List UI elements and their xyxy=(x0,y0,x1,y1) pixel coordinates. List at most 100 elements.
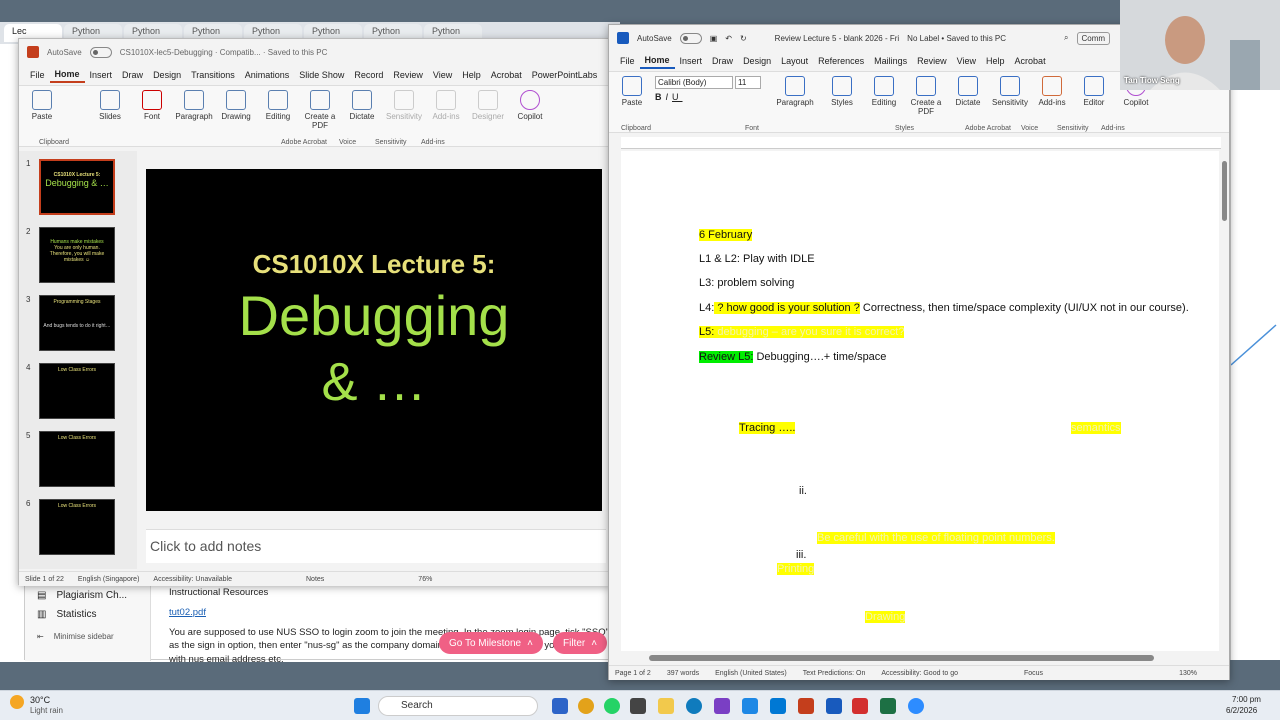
text-predictions[interactable]: Text Predictions: On xyxy=(803,670,866,677)
chrome-icon[interactable] xyxy=(578,698,594,714)
document-page[interactable]: 6 February L1 & L2: Play with IDLE L3: p… xyxy=(621,151,1219,651)
underline-icon[interactable]: U xyxy=(672,92,683,102)
file-explorer-icon[interactable] xyxy=(658,698,674,714)
tutorial-link[interactable]: tut02.pdf xyxy=(169,606,609,620)
weather-temperature[interactable]: 30°C xyxy=(30,695,50,705)
weather-icon[interactable] xyxy=(10,695,24,709)
menu-mailings[interactable]: Mailings xyxy=(869,54,912,68)
clock-date[interactable]: 6/2/2026 xyxy=(1226,706,1257,715)
clock-time[interactable]: 7:00 pm xyxy=(1232,695,1261,704)
menu-view[interactable]: View xyxy=(428,68,457,82)
styles-button[interactable]: Styles xyxy=(823,76,861,108)
menu-review[interactable]: Review xyxy=(912,54,952,68)
menu-help[interactable]: Help xyxy=(981,54,1010,68)
editing-button[interactable]: Editing xyxy=(865,76,903,108)
word-count[interactable]: 397 words xyxy=(667,670,699,677)
save-icon[interactable]: ▣ xyxy=(710,34,718,43)
slide-thumbnail[interactable]: Low Class Errors xyxy=(39,363,115,419)
start-icon[interactable] xyxy=(354,698,370,714)
search-icon[interactable]: ⌕ xyxy=(1064,33,1068,43)
menu-acrobat[interactable]: Acrobat xyxy=(486,68,527,82)
sensitivity-label[interactable]: No Label • Saved to this PC xyxy=(907,34,1006,43)
add-ins-button[interactable]: Add-ins xyxy=(1033,76,1071,108)
paragraph-button[interactable]: Paragraph xyxy=(175,90,213,122)
slide-thumbnail[interactable]: Low Class Errors xyxy=(39,499,115,555)
zoom-level[interactable]: 130% xyxy=(1179,670,1197,677)
minimise-sidebar-button[interactable]: ⇤ Minimise sidebar xyxy=(25,624,150,645)
menu-view[interactable]: View xyxy=(952,54,981,68)
menu-acrobat[interactable]: Acrobat xyxy=(1010,54,1051,68)
app-icon[interactable] xyxy=(630,698,646,714)
menu-file[interactable]: File xyxy=(25,68,50,82)
drawing-button[interactable]: Drawing xyxy=(217,90,255,122)
app-icon[interactable] xyxy=(742,698,758,714)
word-icon[interactable] xyxy=(826,698,842,714)
edge-icon[interactable] xyxy=(686,698,702,714)
copilot-button[interactable]: Copilot xyxy=(511,90,549,122)
dictate-button[interactable]: Dictate xyxy=(343,90,381,122)
horizontal-scrollbar[interactable] xyxy=(621,653,1221,663)
taskbar-search[interactable]: Search xyxy=(378,696,538,716)
horizontal-ruler[interactable] xyxy=(621,137,1221,149)
sensitivity-button[interactable]: Sensitivity xyxy=(385,90,423,122)
menu-help[interactable]: Help xyxy=(457,68,486,82)
sensitivity-button[interactable]: Sensitivity xyxy=(991,76,1029,108)
menu-design[interactable]: Design xyxy=(738,54,776,68)
sidebar-item-plagiarism[interactable]: ▤ Plagiarism Ch... xyxy=(25,586,150,605)
go-to-milestone-button[interactable]: Go To Milestone ˄ xyxy=(439,632,543,654)
menu-slide-show[interactable]: Slide Show xyxy=(294,68,349,82)
language-indicator[interactable]: English (Singapore) xyxy=(78,576,139,583)
language-indicator[interactable]: English (United States) xyxy=(715,670,787,677)
menu-draw[interactable]: Draw xyxy=(117,68,148,82)
accessibility-status[interactable]: Accessibility: Good to go xyxy=(881,670,958,677)
menu-insert[interactable]: Insert xyxy=(85,68,118,82)
excel-icon[interactable] xyxy=(880,698,896,714)
create-pdf-button[interactable]: Create a PDF xyxy=(301,90,339,131)
menu-home[interactable]: Home xyxy=(49,67,85,83)
menu-insert[interactable]: Insert xyxy=(675,54,708,68)
menu-references[interactable]: References xyxy=(813,54,869,68)
editor-button[interactable]: Editor xyxy=(1075,76,1113,108)
menu-transitions[interactable]: Transitions xyxy=(186,68,240,82)
powerpoint-icon[interactable] xyxy=(798,698,814,714)
dictate-button[interactable]: Dictate xyxy=(949,76,987,108)
page-counter[interactable]: Page 1 of 2 xyxy=(615,670,651,677)
font-button[interactable]: Font xyxy=(133,90,171,122)
scroll-thumb[interactable] xyxy=(649,655,1154,661)
menu-animations[interactable]: Animations xyxy=(240,68,295,82)
bold-icon[interactable]: B xyxy=(655,92,666,102)
slide-canvas[interactable]: CS1010X Lecture 5: Debugging & … xyxy=(146,169,602,511)
paste-button[interactable]: Paste xyxy=(23,90,61,122)
comments-button[interactable]: Comm xyxy=(1076,31,1111,45)
whatsapp-icon[interactable] xyxy=(604,698,620,714)
undo-icon[interactable]: ↶ xyxy=(725,34,732,43)
acrobat-icon[interactable] xyxy=(852,698,868,714)
outlook-icon[interactable] xyxy=(770,698,786,714)
weather-condition[interactable]: Light rain xyxy=(30,706,63,715)
slide-thumbnail[interactable]: Humans make mistakes You are only human. … xyxy=(39,227,115,283)
menu-file[interactable]: File xyxy=(615,54,640,68)
menu-layout[interactable]: Layout xyxy=(776,54,813,68)
slides-button[interactable]: Slides xyxy=(91,90,129,122)
paragraph-button[interactable]: Paragraph xyxy=(771,76,819,108)
menu-draw[interactable]: Draw xyxy=(707,54,738,68)
menu-powerpointlabs[interactable]: PowerPointLabs xyxy=(527,68,603,82)
autosave-toggle[interactable] xyxy=(89,46,112,58)
add-ins-button[interactable]: Add-ins xyxy=(427,90,465,122)
font-size-select[interactable]: 11 xyxy=(735,76,761,89)
menu-review[interactable]: Review xyxy=(388,68,428,82)
autosave-toggle[interactable] xyxy=(679,32,702,44)
focus-button[interactable]: Focus xyxy=(1024,670,1043,677)
sidebar-item-statistics[interactable]: ▥ Statistics xyxy=(25,605,150,624)
font-name-select[interactable]: Calibri (Body) xyxy=(655,76,733,89)
redo-icon[interactable]: ↻ xyxy=(740,34,747,43)
vertical-scrollbar[interactable] xyxy=(1221,151,1229,651)
zoom-meeting-icon[interactable] xyxy=(908,698,924,714)
notes-pane[interactable]: Click to add notes xyxy=(146,529,606,563)
slide-thumbnail[interactable]: Low Class Errors xyxy=(39,431,115,487)
editing-button[interactable]: Editing xyxy=(259,90,297,122)
designer-button[interactable]: Designer xyxy=(469,90,507,122)
menu-home[interactable]: Home xyxy=(639,53,675,69)
app-icon[interactable] xyxy=(714,698,730,714)
create-pdf-button[interactable]: Create a PDF xyxy=(907,76,945,117)
